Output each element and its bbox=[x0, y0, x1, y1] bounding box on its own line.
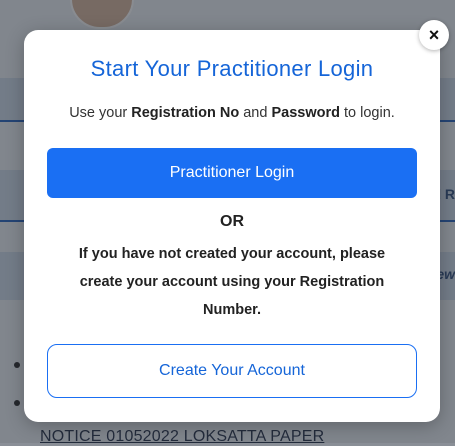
modal-subtitle: Use your Registration No and Password to… bbox=[24, 105, 440, 121]
subtitle-prefix: Use your bbox=[69, 105, 132, 121]
modal-title: Start Your Practitioner Login bbox=[90, 56, 374, 81]
practitioner-login-modal: Start Your Practitioner Login Use your R… bbox=[24, 30, 440, 422]
practitioner-login-button[interactable]: Practitioner Login bbox=[47, 148, 417, 198]
create-account-info: If you have not created your account, pl… bbox=[78, 246, 386, 318]
create-account-button[interactable]: Create Your Account bbox=[47, 344, 417, 398]
subtitle-connector: and bbox=[239, 105, 272, 121]
subtitle-suffix: to login. bbox=[339, 105, 395, 121]
subtitle-registration-label: Registration No bbox=[131, 105, 240, 121]
subtitle-password-label: Password bbox=[271, 105, 340, 121]
close-icon: × bbox=[428, 25, 440, 45]
or-separator: OR bbox=[220, 213, 244, 230]
close-button[interactable]: × bbox=[419, 20, 449, 50]
